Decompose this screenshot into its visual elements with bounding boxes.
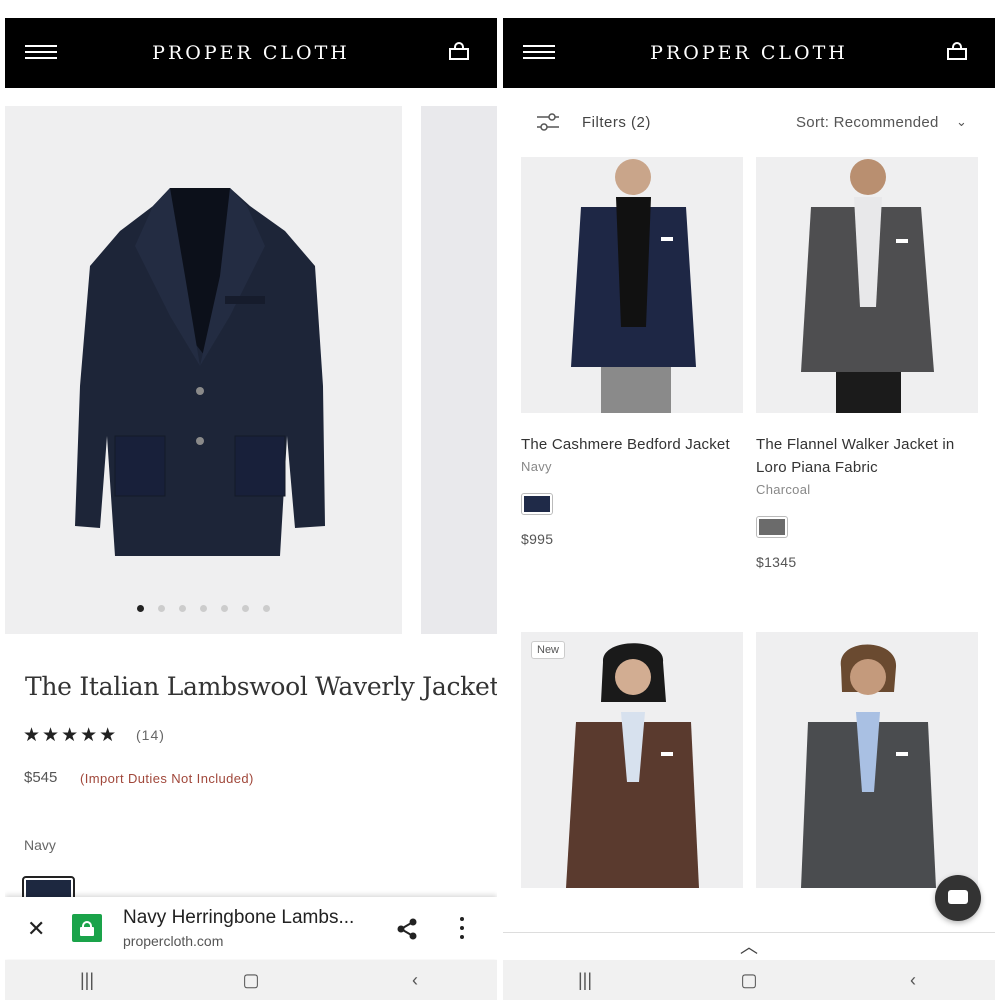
filter-sort-bar: Filters (2) Sort: Recommended ⌄ [503, 100, 995, 144]
carousel-dot[interactable] [200, 605, 207, 612]
product-name[interactable]: The Flannel Walker Jacket in Loro Piana … [756, 433, 978, 479]
product-title: The Italian Lambswool Waverly Jacket [25, 672, 497, 701]
star-rating[interactable]: ★★★★★ [23, 724, 118, 747]
carousel-dot[interactable] [137, 605, 144, 612]
product-price: $545 [24, 769, 58, 786]
menu-icon[interactable] [25, 45, 57, 61]
home-icon[interactable]: ▢ [734, 970, 764, 991]
next-image-preview[interactable] [421, 106, 497, 634]
chevron-down-icon[interactable]: ⌄ [956, 114, 967, 130]
filter-sliders-icon[interactable] [535, 110, 561, 134]
color-swatch[interactable] [756, 516, 788, 538]
chevron-up-icon[interactable]: ︿ [503, 932, 995, 960]
system-nav-bar: ||| ▢ ‹ [5, 960, 497, 1000]
page-title[interactable]: Navy Herringbone Lambs... [123, 907, 354, 929]
share-icon[interactable] [395, 917, 419, 941]
status-bar [503, 0, 995, 14]
product-name[interactable]: The Cashmere Bedford Jacket [521, 433, 743, 456]
sort-dropdown[interactable]: Sort: Recommended [796, 114, 939, 131]
product-card[interactable]: New [521, 632, 743, 888]
carousel-dot[interactable] [179, 605, 186, 612]
chat-icon[interactable] [935, 875, 981, 921]
menu-icon[interactable] [523, 45, 555, 61]
recent-apps-icon[interactable]: ||| [72, 970, 102, 991]
carousel-dots [5, 605, 402, 612]
recent-apps-icon[interactable]: ||| [570, 970, 600, 991]
close-icon[interactable]: ✕ [27, 916, 45, 942]
product-card[interactable] [756, 632, 978, 888]
product-price: $1345 [756, 554, 797, 570]
product-image [756, 632, 978, 888]
product-card[interactable]: The Cashmere Bedford Jacket Navy $995 [521, 157, 743, 547]
shopping-bag-icon[interactable] [449, 42, 469, 60]
import-duties-note[interactable]: (Import Duties Not Included) [80, 771, 254, 786]
system-nav-bar: ||| ▢ ‹ [503, 960, 995, 1000]
site-header: PROPER CLOTH [503, 18, 995, 88]
carousel-dot[interactable] [263, 605, 270, 612]
color-label: Navy [24, 837, 56, 853]
more-options-icon[interactable] [460, 917, 466, 944]
new-badge: New [531, 641, 566, 659]
page-url[interactable]: propercloth.com [123, 933, 223, 949]
product-color: Navy [521, 459, 552, 474]
browser-bottom-bar: ✕ Navy Herringbone Lambs... propercloth.… [5, 897, 497, 959]
carousel-dot[interactable] [221, 605, 228, 612]
carousel-dot[interactable] [242, 605, 249, 612]
product-detail-screen: PROPER CLOTH The Italian Lambswool Waver… [5, 0, 497, 1000]
product-image [521, 157, 743, 413]
product-card[interactable]: The Flannel Walker Jacket in Loro Piana … [756, 157, 978, 570]
brand-logo[interactable]: PROPER CLOTH [152, 42, 350, 64]
back-icon[interactable]: ‹ [898, 970, 928, 991]
product-price: $995 [521, 531, 554, 547]
brand-logo[interactable]: PROPER CLOTH [650, 42, 848, 64]
review-count[interactable]: (14) [136, 727, 165, 743]
back-icon[interactable]: ‹ [400, 970, 430, 991]
shopping-bag-icon[interactable] [947, 42, 967, 60]
product-image-carousel[interactable] [5, 106, 402, 634]
product-listing-screen: PROPER CLOTH Filters (2) Sort: Recommend… [503, 0, 995, 1000]
home-icon[interactable]: ▢ [236, 970, 266, 991]
status-bar [5, 0, 497, 14]
product-image: New [521, 632, 743, 888]
site-header: PROPER CLOTH [5, 18, 497, 88]
carousel-dot[interactable] [158, 605, 165, 612]
color-swatch[interactable] [521, 493, 553, 515]
product-image [75, 188, 325, 556]
product-color: Charcoal [756, 482, 811, 497]
product-image [756, 157, 978, 413]
lock-icon[interactable] [72, 914, 102, 942]
filters-button[interactable]: Filters (2) [582, 114, 651, 131]
